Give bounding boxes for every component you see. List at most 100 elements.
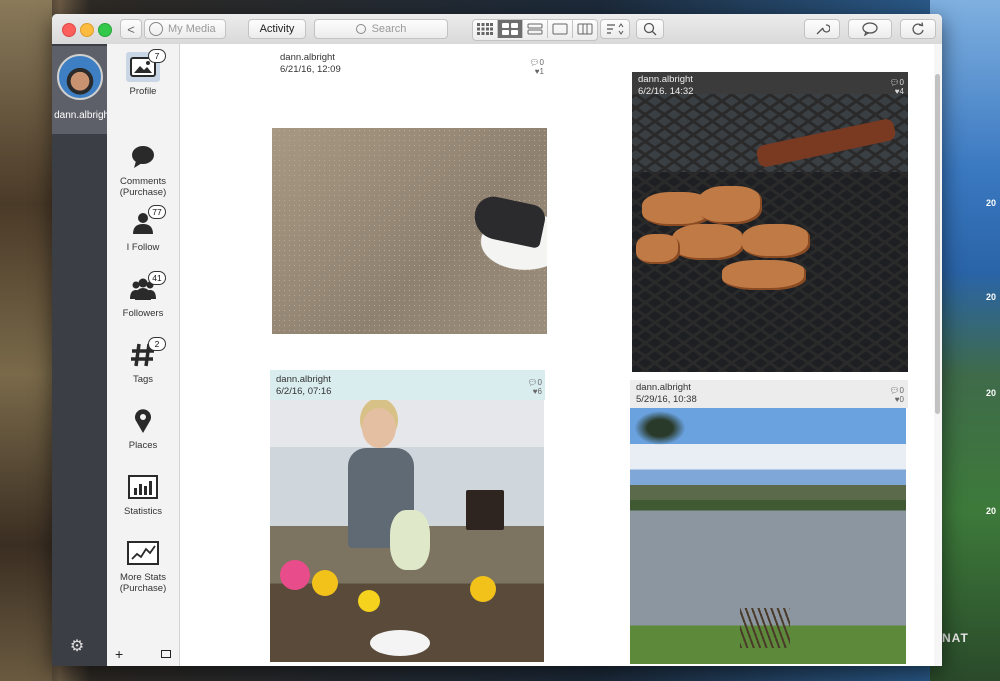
comment-count: 0: [899, 78, 904, 87]
post-username[interactable]: dann.albright: [638, 74, 693, 86]
avatar: [57, 54, 103, 100]
medium-grid-view-button[interactable]: [498, 20, 523, 38]
person-icon: 77: [126, 205, 166, 238]
line-chart-icon: [126, 538, 160, 568]
sidebar-item-tags[interactable]: 2 Tags: [107, 337, 179, 385]
meat-shape: [636, 234, 680, 264]
chat-bubble-icon: [862, 22, 878, 36]
post-stats: 💬︎0 ♥6: [526, 378, 542, 396]
sidebar-item-label: Followers: [122, 308, 164, 319]
comment-icon: 💬︎: [527, 378, 538, 387]
sidebar-item-statistics[interactable]: Statistics: [107, 472, 179, 517]
sidebar-item-i-follow[interactable]: 77 I Follow: [107, 205, 179, 253]
notification-badge: 41: [148, 271, 166, 285]
small-grid-view-button[interactable]: [473, 20, 498, 38]
small-grid-icon: [477, 23, 493, 35]
search-icon: [355, 24, 366, 34]
post-photo-grill[interactable]: [632, 94, 908, 372]
account-username: dann.albright: [54, 110, 112, 121]
post-username[interactable]: dann.albright: [280, 52, 341, 64]
notification-badge: 2: [148, 337, 166, 351]
toolbar: < My Media Activity Search: [52, 14, 942, 45]
sort-icon: [607, 23, 624, 35]
painting-shape: [466, 490, 504, 530]
list-view-icon: [527, 23, 543, 35]
sidebar-toggle-icon[interactable]: [161, 650, 171, 658]
post-photo-flowers[interactable]: [270, 400, 544, 662]
sidebar-item-places[interactable]: Places: [107, 406, 179, 451]
post-username[interactable]: dann.albright: [636, 382, 697, 394]
close-window-button[interactable]: [62, 23, 76, 37]
zoom-button[interactable]: [636, 19, 664, 39]
flower-shape: [390, 510, 430, 570]
magnifier-icon: [643, 22, 657, 36]
account-item[interactable]: dann.albright: [52, 46, 112, 134]
vase-shape: [370, 630, 430, 656]
wrench-icon: [816, 24, 830, 35]
notification-badge: 77: [148, 205, 166, 219]
flower-shape: [470, 576, 496, 602]
flower-shape: [358, 590, 380, 612]
media-feed: dann.albright 6/21/16, 12:09 💬︎0 ♥1 dann…: [180, 44, 934, 666]
post-date: 6/21/16, 12:09: [280, 64, 341, 75]
sidebar-item-profile[interactable]: 7 Profile: [107, 49, 179, 97]
medium-grid-icon: [502, 23, 518, 35]
meat-shape: [672, 224, 744, 260]
meat-shape: [742, 224, 810, 258]
sidebar-item-label: Profile: [129, 86, 157, 97]
post-header: dann.albright 6/21/16, 12:09: [280, 52, 341, 76]
sidebar-item-comments[interactable]: Comments (Purchase): [107, 142, 179, 198]
search-field[interactable]: Search: [314, 19, 448, 39]
search-placeholder: Search: [371, 23, 407, 35]
post-stats: 💬︎0 ♥0: [886, 386, 904, 404]
column-view-button[interactable]: [573, 20, 597, 38]
desktop-wallpaper-left: [0, 0, 52, 681]
meat-shape: [698, 186, 762, 224]
post-date: 5/29/16, 10:38: [636, 394, 697, 405]
settings-tools-button[interactable]: [804, 19, 840, 39]
add-account-button[interactable]: +: [115, 646, 123, 662]
speech-bubble-icon: [126, 142, 160, 172]
desktop-year-label: 20: [985, 506, 996, 516]
activity-button[interactable]: Activity: [248, 19, 306, 39]
comment-count: 0: [899, 386, 904, 395]
desktop-year-label: 20: [985, 388, 996, 398]
notification-badge: 7: [148, 49, 166, 63]
post-username[interactable]: dann.albright: [276, 374, 331, 386]
back-button[interactable]: <: [120, 19, 142, 39]
scrollbar[interactable]: [934, 44, 942, 666]
post-date: 6/2/16, 07:16: [276, 386, 332, 397]
post-photo-carpet-and-dog[interactable]: [272, 128, 547, 334]
desktop-year-label: 20: [985, 198, 996, 208]
sidebar-item-label: I Follow: [126, 242, 160, 253]
like-count: 0: [899, 395, 904, 404]
meat-shape: [722, 260, 806, 290]
photo-icon: 7: [126, 49, 166, 82]
list-view-button[interactable]: [523, 20, 548, 38]
comment-count: 0: [537, 378, 542, 387]
refresh-button[interactable]: [900, 19, 936, 39]
comments-button[interactable]: [848, 19, 892, 39]
zoom-window-button[interactable]: [98, 23, 112, 37]
desktop-year-label: 20: [985, 292, 996, 302]
sidebar-item-label: Tags: [132, 374, 154, 385]
single-view-icon: [552, 23, 568, 35]
sidebar-item-more-stats[interactable]: More Stats (Purchase): [107, 538, 179, 594]
refresh-icon: [912, 22, 924, 35]
single-view-button[interactable]: [548, 20, 573, 38]
sort-button[interactable]: [600, 19, 630, 39]
gear-icon[interactable]: ⚙: [68, 638, 86, 656]
sidebar-item-followers[interactable]: 41 Followers: [107, 271, 179, 319]
like-count: 6: [537, 387, 542, 396]
my-media-label: My Media: [168, 23, 216, 35]
sidebar: 7 Profile Comments (Purchase) 77 I Follo…: [107, 44, 180, 666]
column-view-icon: [577, 23, 593, 35]
comment-count: 0: [539, 58, 544, 67]
flower-shape: [312, 570, 338, 596]
my-media-button[interactable]: My Media: [144, 19, 226, 39]
post-header: dann.albright 5/29/16, 10:38: [636, 382, 697, 406]
post-photo-mountain-lake[interactable]: [630, 408, 906, 664]
sidebar-item-label: More Stats (Purchase): [119, 572, 167, 594]
scrollbar-thumb[interactable]: [935, 74, 940, 414]
minimize-window-button[interactable]: [80, 23, 94, 37]
